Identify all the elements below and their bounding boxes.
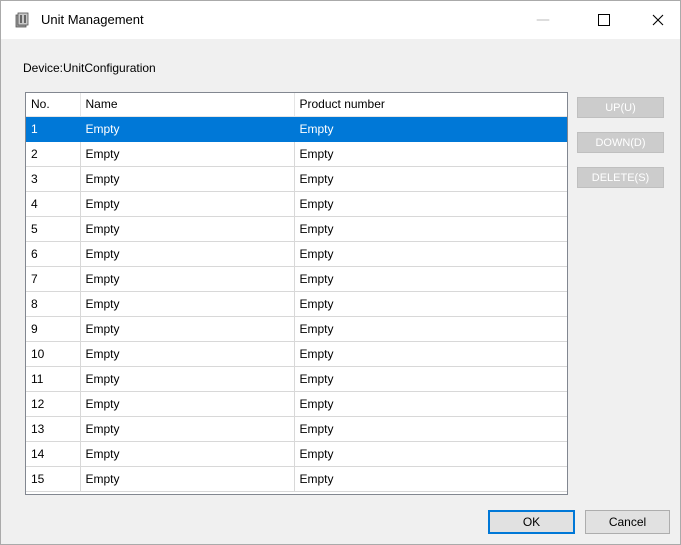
cell-product-number: Empty bbox=[294, 116, 567, 142]
cell-name: Empty bbox=[80, 191, 295, 217]
cell-product-number: Empty bbox=[294, 391, 567, 417]
cell-product-number: Empty bbox=[294, 266, 567, 292]
cell-name: Empty bbox=[80, 391, 295, 417]
window-title: Unit Management bbox=[41, 12, 144, 27]
cell-name: Empty bbox=[80, 116, 295, 142]
table-row[interactable]: 6 Empty Empty bbox=[26, 241, 567, 267]
cell-product-number: Empty bbox=[294, 291, 567, 317]
cell-no: 13 bbox=[26, 416, 81, 442]
column-header-product-number[interactable]: Product number bbox=[294, 93, 567, 117]
cell-name: Empty bbox=[80, 466, 295, 492]
cell-name: Empty bbox=[80, 266, 295, 292]
column-header-name[interactable]: Name bbox=[80, 93, 295, 117]
unit-table[interactable]: No. Name Product number 1 Empty Empty 2 Empt… bbox=[25, 92, 568, 495]
cell-name: Empty bbox=[80, 291, 295, 317]
title-bar[interactable]: Unit Management — bbox=[1, 1, 680, 39]
ok-button[interactable]: OK bbox=[488, 510, 575, 534]
up-button[interactable]: UP(U) bbox=[577, 97, 664, 118]
cancel-button[interactable]: Cancel bbox=[585, 510, 670, 534]
cell-product-number: Empty bbox=[294, 466, 567, 492]
cell-product-number: Empty bbox=[294, 216, 567, 242]
cell-product-number: Empty bbox=[294, 316, 567, 342]
cell-name: Empty bbox=[80, 241, 295, 267]
cell-no: 11 bbox=[26, 366, 81, 392]
cell-no: 12 bbox=[26, 391, 81, 417]
unit-management-app-icon bbox=[15, 12, 31, 28]
cell-no: 15 bbox=[26, 466, 81, 492]
table-row[interactable]: 7 Empty Empty bbox=[26, 266, 567, 292]
cell-name: Empty bbox=[80, 316, 295, 342]
cell-name: Empty bbox=[80, 441, 295, 467]
close-icon[interactable] bbox=[635, 1, 681, 39]
cell-no: 5 bbox=[26, 216, 81, 242]
maximize-icon[interactable] bbox=[581, 1, 627, 39]
delete-button[interactable]: DELETE(S) bbox=[577, 167, 664, 188]
cell-product-number: Empty bbox=[294, 166, 567, 192]
table-row[interactable]: 9 Empty Empty bbox=[26, 316, 567, 342]
cell-name: Empty bbox=[80, 166, 295, 192]
cell-name: Empty bbox=[80, 416, 295, 442]
table-row[interactable]: 2 Empty Empty bbox=[26, 141, 567, 167]
cell-no: 7 bbox=[26, 266, 81, 292]
cell-product-number: Empty bbox=[294, 191, 567, 217]
table-row[interactable]: 4 Empty Empty bbox=[26, 191, 567, 217]
cell-no: 6 bbox=[26, 241, 81, 267]
table-row[interactable]: 3 Empty Empty bbox=[26, 166, 567, 192]
minimize-icon[interactable]: — bbox=[520, 1, 566, 39]
cell-no: 14 bbox=[26, 441, 81, 467]
table-row[interactable]: 8 Empty Empty bbox=[26, 291, 567, 317]
table-row[interactable]: 15 Empty Empty bbox=[26, 466, 567, 492]
table-row[interactable]: 1 Empty Empty bbox=[26, 116, 567, 142]
cell-no: 1 bbox=[26, 116, 81, 142]
table-row[interactable]: 12 Empty Empty bbox=[26, 391, 567, 417]
cell-product-number: Empty bbox=[294, 441, 567, 467]
cell-product-number: Empty bbox=[294, 366, 567, 392]
table-row[interactable]: 14 Empty Empty bbox=[26, 441, 567, 467]
table-row[interactable]: 11 Empty Empty bbox=[26, 366, 567, 392]
cell-no: 10 bbox=[26, 341, 81, 367]
cell-name: Empty bbox=[80, 341, 295, 367]
cell-no: 4 bbox=[26, 191, 81, 217]
cell-product-number: Empty bbox=[294, 141, 567, 167]
device-label: Device:UnitConfiguration bbox=[23, 61, 156, 75]
cell-no: 2 bbox=[26, 141, 81, 167]
table-row[interactable]: 10 Empty Empty bbox=[26, 341, 567, 367]
cell-name: Empty bbox=[80, 141, 295, 167]
cell-product-number: Empty bbox=[294, 241, 567, 267]
down-button[interactable]: DOWN(D) bbox=[577, 132, 664, 153]
cell-name: Empty bbox=[80, 366, 295, 392]
cell-no: 9 bbox=[26, 316, 81, 342]
cell-no: 3 bbox=[26, 166, 81, 192]
cell-no: 8 bbox=[26, 291, 81, 317]
table-row[interactable]: 13 Empty Empty bbox=[26, 416, 567, 442]
cell-name: Empty bbox=[80, 216, 295, 242]
column-header-no[interactable]: No. bbox=[26, 93, 81, 117]
cell-product-number: Empty bbox=[294, 341, 567, 367]
cell-product-number: Empty bbox=[294, 416, 567, 442]
unit-management-dialog: Unit Management — Device:UnitConfigurati… bbox=[0, 0, 681, 545]
table-row[interactable]: 5 Empty Empty bbox=[26, 216, 567, 242]
table-header-row: No. Name Product number bbox=[26, 93, 567, 117]
